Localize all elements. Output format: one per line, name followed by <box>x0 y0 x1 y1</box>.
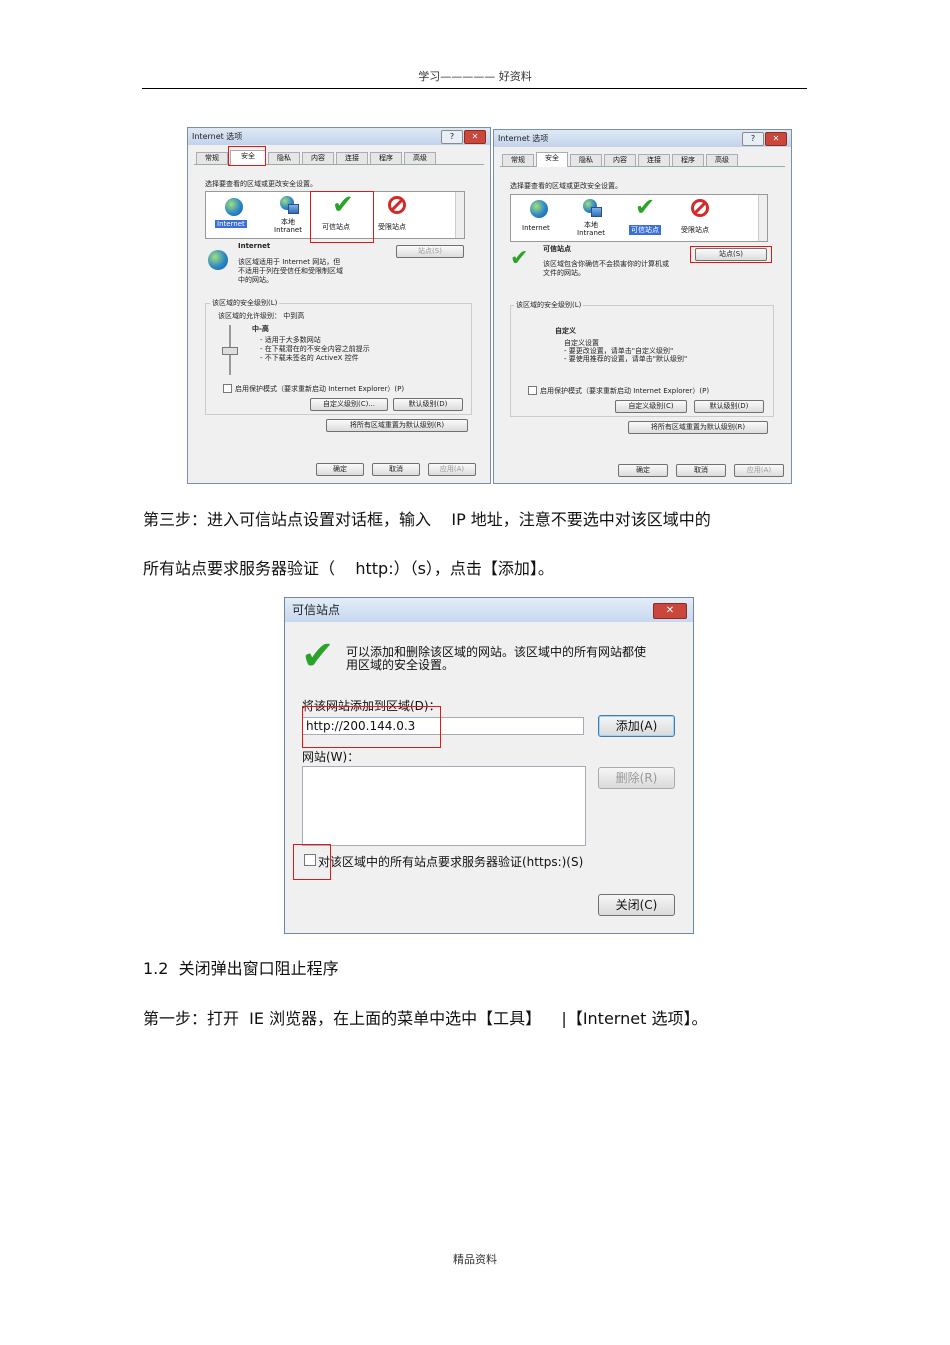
intranet-pc-icon <box>288 204 299 214</box>
step1-text: 第一步：打开 IE 浏览器，在上面的菜单中选中【工具】 |【Internet 选… <box>143 1009 708 1028</box>
zone-local-intranet[interactable]: 本地 Intranet <box>270 218 306 234</box>
zone-desc-line3: 中的网站。 <box>238 276 273 284</box>
close-button[interactable]: ✕ <box>464 130 486 144</box>
zone-name: Internet <box>238 242 271 250</box>
protected-mode-label: 启用保护模式（要求重新启动 Internet Explorer）(P) <box>235 385 405 393</box>
cancel-button[interactable]: 取消 <box>372 463 420 476</box>
zone-internet[interactable]: Internet <box>215 220 247 228</box>
tab-content[interactable]: 内容 <box>604 154 636 166</box>
protected-mode-checkbox[interactable] <box>528 386 537 395</box>
zone-prompt: 选择要查看的区域或更改安全设置。 <box>205 180 317 188</box>
tab-content[interactable]: 内容 <box>302 152 334 164</box>
level-name: 中-高 <box>252 325 269 333</box>
step3-text-line1: 第三步：进入可信站点设置对话框，输入 IP 地址，注意不要选中对该区域中的 <box>143 510 711 529</box>
tab-privacy[interactable]: 隐私 <box>570 154 602 166</box>
zone-scrollbar[interactable] <box>455 192 464 238</box>
tab-programs[interactable]: 程序 <box>672 154 704 166</box>
zone-globe-icon <box>208 250 228 270</box>
page-footer: 精品资料 <box>453 1253 497 1266</box>
tab-advanced[interactable]: 高级 <box>404 152 436 164</box>
close-dialog-button[interactable]: 关闭(C) <box>598 894 675 916</box>
dialog-title-bar: Internet 选项 ? ✕ <box>494 130 791 147</box>
header-rule <box>142 88 807 89</box>
internet-options-dialog-left: Internet 选项 ? ✕ 常规 安全 隐私 内容 连接 程序 高级 选择要… <box>187 127 491 484</box>
intranet-pc-icon <box>591 207 602 217</box>
tab-connections[interactable]: 连接 <box>336 152 368 164</box>
dialog-title: Internet 选项 <box>192 132 243 141</box>
description-line2: 用区域的安全设置。 <box>346 658 455 672</box>
dialog-title: Internet 选项 <box>498 134 549 143</box>
highlight-trusted-zone <box>310 191 374 243</box>
zone-trusted-sites[interactable]: 可信站点 <box>629 225 661 235</box>
apply-button[interactable]: 应用(A) <box>734 464 784 477</box>
zone-name: 可信站点 <box>543 245 571 253</box>
zone-local-intranet[interactable]: 本地 Intranet <box>573 221 609 237</box>
protected-mode-checkbox[interactable] <box>223 384 232 393</box>
internet-globe-icon <box>225 198 243 216</box>
highlight-https-checkbox <box>293 844 331 880</box>
default-level-button[interactable]: 默认级别(D) <box>694 400 764 413</box>
zone-list[interactable]: Internet 本地 Intranet ✔ 可信站点 受限站点 <box>510 193 768 242</box>
tab-strip: 常规 安全 隐私 内容 连接 程序 高级 <box>500 152 785 167</box>
apply-button[interactable]: 应用(A) <box>428 463 476 476</box>
reset-all-zones-button[interactable]: 将所有区域重置为默认级别(R) <box>326 419 468 432</box>
default-level-button[interactable]: 默认级别(D) <box>393 398 463 411</box>
sites-button[interactable]: 站点(S) <box>396 245 464 258</box>
zone-check-icon: ✔ <box>510 246 529 271</box>
level-bullet-3: - 要使用推荐的设置，请单击"默认级别" <box>564 355 688 363</box>
level-slider-thumb[interactable] <box>222 347 238 355</box>
internet-options-dialog-right: Internet 选项 ? ✕ 常规 安全 隐私 内容 连接 程序 高级 选择要… <box>493 129 792 484</box>
ok-button[interactable]: 确定 <box>618 464 668 477</box>
step3-text-line2: 所有站点要求服务器验证（ http:）（s），点击【添加】。 <box>143 559 554 578</box>
highlight-url-input <box>302 706 441 748</box>
tab-general[interactable]: 常规 <box>196 152 228 164</box>
tab-programs[interactable]: 程序 <box>370 152 402 164</box>
allowed-level: 该区域的允许级别： 中到高 <box>218 312 305 320</box>
tab-general[interactable]: 常规 <box>502 154 534 166</box>
highlight-sites-button <box>690 246 772 263</box>
tab-privacy[interactable]: 隐私 <box>268 152 300 164</box>
close-button[interactable]: ✕ <box>653 603 687 619</box>
protected-mode-label: 启用保护模式（要求重新启动 Internet Explorer）(P) <box>540 387 710 395</box>
add-button[interactable]: 添加(A) <box>598 715 675 737</box>
ok-button[interactable]: 确定 <box>316 463 364 476</box>
help-button[interactable]: ? <box>742 132 764 146</box>
zone-desc-line2: 文件的网站。 <box>543 269 585 277</box>
restricted-stop-icon <box>691 199 709 217</box>
section-title: 1.2 关闭弹出窗口阻止程序 <box>143 959 339 978</box>
websites-label: 网站(W)： <box>302 750 360 764</box>
zone-prompt: 选择要查看的区域或更改安全设置。 <box>510 182 622 190</box>
reset-all-zones-button[interactable]: 将所有区域重置为默认级别(R) <box>628 421 768 434</box>
tab-connections[interactable]: 连接 <box>638 154 670 166</box>
close-button[interactable]: ✕ <box>765 132 787 146</box>
websites-list[interactable] <box>302 766 586 846</box>
trusted-check-icon: ✔ <box>635 193 656 221</box>
tab-advanced[interactable]: 高级 <box>706 154 738 166</box>
custom-level-button[interactable]: 自定义级别(C) <box>615 400 687 413</box>
help-button[interactable]: ? <box>441 130 463 144</box>
internet-globe-icon <box>530 200 548 218</box>
level-bullet-3: - 不下载未签名的 ActiveX 控件 <box>260 354 359 362</box>
page-header: 学习————— 好资料 <box>418 70 532 83</box>
zone-scrollbar[interactable] <box>758 195 767 241</box>
require-https-label: 对该区域中的所有站点要求服务器验证(https:)(S) <box>318 855 584 869</box>
dialog-title: 可信站点 <box>292 603 341 617</box>
highlight-security-tab <box>228 146 266 166</box>
zone-restricted-sites[interactable]: 受限站点 <box>681 225 709 235</box>
custom-level-button[interactable]: 自定义级别(C)... <box>310 398 388 411</box>
dialog-title-bar: Internet 选项 ? ✕ <box>188 128 490 145</box>
tab-security[interactable]: 安全 <box>536 152 568 167</box>
zone-internet[interactable]: Internet <box>522 224 550 232</box>
cancel-button[interactable]: 取消 <box>676 464 726 477</box>
restricted-stop-icon <box>388 196 406 214</box>
security-level-label: 该区域的安全级别(L) <box>210 298 280 308</box>
zone-restricted-sites[interactable]: 受限站点 <box>378 222 406 232</box>
security-level-label: 该区域的安全级别(L) <box>514 300 584 310</box>
remove-button[interactable]: 删除(R) <box>598 767 675 789</box>
trusted-check-icon: ✔ <box>301 633 335 679</box>
trusted-sites-dialog: 可信站点 ✕ ✔ 可以添加和删除该区域的网站。该区域中的所有网站都使 用区域的安… <box>284 597 694 934</box>
dialog-title-bar: 可信站点 ✕ <box>285 598 693 622</box>
level-name: 自定义 <box>555 327 576 335</box>
